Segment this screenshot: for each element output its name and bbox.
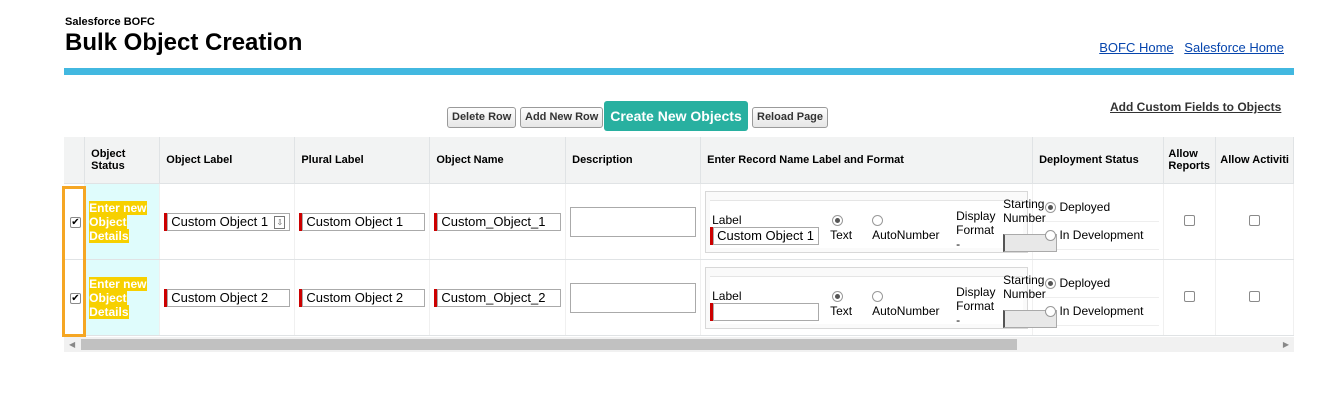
table-row: ✔ Enter new Object Details Custom Object… bbox=[64, 259, 1294, 336]
deployed-label: Deployed bbox=[1059, 199, 1111, 214]
row-select-checkbox[interactable]: ✔ bbox=[70, 216, 81, 228]
record-name-label-input[interactable]: Custom Object 1 bbox=[713, 226, 820, 245]
object-status: Enter new Object Details bbox=[89, 200, 147, 243]
objects-table: Object Status Object Label Plural Label … bbox=[64, 137, 1294, 337]
in-development-radio[interactable] bbox=[1045, 305, 1057, 317]
scroll-right-icon[interactable]: ▶ bbox=[1283, 340, 1289, 349]
record-name-panel: Label Custom Object 1 Text AutoNumber Di… bbox=[705, 190, 1058, 253]
in-development-label: In Development bbox=[1059, 227, 1144, 242]
table-row: ✔ Enter new Object Details Custom Object… bbox=[64, 183, 1294, 260]
allow-reports-checkbox[interactable] bbox=[1184, 214, 1196, 226]
record-type-text-radio[interactable] bbox=[832, 214, 844, 226]
delete-row-button[interactable]: Delete Row bbox=[447, 107, 517, 128]
app-name: Salesforce BOFC bbox=[65, 16, 155, 28]
record-type-text-label: Text bbox=[830, 303, 853, 318]
object-label-value: Custom Object 1 bbox=[171, 213, 269, 229]
record-type-autonumber-label: AutoNumber bbox=[872, 227, 940, 242]
plural-label-input[interactable]: Custom Object 1 bbox=[302, 212, 426, 231]
deploy-option[interactable]: In Development bbox=[1045, 222, 1160, 250]
object-name-input[interactable]: Custom_Object_2 bbox=[437, 288, 562, 307]
display-format-label: Display Format - bbox=[956, 208, 996, 251]
create-new-objects-button[interactable]: Create New Objects bbox=[604, 101, 748, 131]
deploy-option[interactable]: Deployed bbox=[1045, 270, 1160, 298]
deployed-label: Deployed bbox=[1059, 275, 1111, 290]
record-type-text-label: Text bbox=[830, 227, 853, 242]
object-label-input[interactable]: Custom Object 2 bbox=[167, 288, 291, 307]
column-header: Deployment Status bbox=[1032, 137, 1165, 184]
column-header: Enter Record Name Label and Format bbox=[700, 137, 1034, 184]
salesforce-home-link[interactable]: Salesforce Home bbox=[1184, 40, 1284, 55]
column-header: Allow Activiti bbox=[1215, 137, 1294, 184]
allow-activities-checkbox[interactable] bbox=[1249, 214, 1261, 226]
display-format-label: Display Format - bbox=[956, 284, 996, 327]
select-column-header bbox=[64, 137, 86, 184]
table-header-row: Object Status Object Label Plural Label … bbox=[64, 137, 1294, 184]
add-new-row-button[interactable]: Add New Row bbox=[520, 107, 604, 128]
horizontal-scrollbar[interactable]: ◀ ▶ bbox=[64, 337, 1294, 352]
deployed-radio[interactable] bbox=[1045, 201, 1057, 213]
column-header: Object Label bbox=[159, 137, 296, 184]
reload-page-button[interactable]: Reload Page bbox=[752, 107, 829, 128]
bofc-home-link[interactable]: BOFC Home bbox=[1099, 40, 1173, 55]
object-label-input[interactable]: Custom Object 1 ⇩ bbox=[167, 212, 291, 231]
plural-label-input[interactable]: Custom Object 2 bbox=[302, 288, 426, 307]
record-label-caption: Label bbox=[712, 288, 742, 303]
record-type-text-radio[interactable] bbox=[832, 290, 844, 302]
description-textarea[interactable] bbox=[570, 206, 697, 237]
deploy-option[interactable]: In Development bbox=[1045, 298, 1160, 326]
scrollbar-thumb[interactable] bbox=[81, 339, 1017, 350]
column-header: Object Name bbox=[429, 137, 567, 184]
column-header: Description bbox=[565, 137, 702, 184]
record-name-panel: Label Text AutoNumber Display Format - S… bbox=[705, 266, 1058, 329]
column-header: Object Status bbox=[84, 137, 161, 184]
page-title: Bulk Object Creation bbox=[65, 29, 303, 56]
allow-reports-checkbox[interactable] bbox=[1184, 290, 1196, 302]
record-type-autonumber-radio[interactable] bbox=[872, 290, 884, 302]
in-development-label: In Development bbox=[1059, 303, 1144, 318]
add-custom-fields-link[interactable]: Add Custom Fields to Objects bbox=[1110, 100, 1281, 114]
column-header: Plural Label bbox=[294, 137, 431, 184]
column-header: Allow Reports bbox=[1163, 137, 1217, 184]
record-type-autonumber-label: AutoNumber bbox=[872, 303, 940, 318]
record-name-label-input[interactable] bbox=[713, 302, 820, 321]
description-textarea[interactable] bbox=[570, 282, 697, 313]
field-info-icon[interactable]: ⇩ bbox=[274, 215, 286, 229]
allow-activities-checkbox[interactable] bbox=[1249, 290, 1261, 302]
header-accent-bar bbox=[64, 68, 1294, 75]
row-select-checkbox[interactable]: ✔ bbox=[70, 292, 81, 304]
record-type-autonumber-radio[interactable] bbox=[872, 214, 884, 226]
object-name-input[interactable]: Custom_Object_1 bbox=[437, 212, 562, 231]
header-links: BOFC Home Salesforce Home bbox=[1092, 40, 1284, 55]
in-development-radio[interactable] bbox=[1045, 229, 1057, 241]
deploy-option[interactable]: Deployed bbox=[1045, 194, 1160, 222]
deployed-radio[interactable] bbox=[1045, 277, 1057, 289]
record-label-caption: Label bbox=[712, 212, 742, 227]
object-status: Enter new Object Details bbox=[89, 276, 147, 319]
scroll-left-icon[interactable]: ◀ bbox=[69, 340, 75, 349]
